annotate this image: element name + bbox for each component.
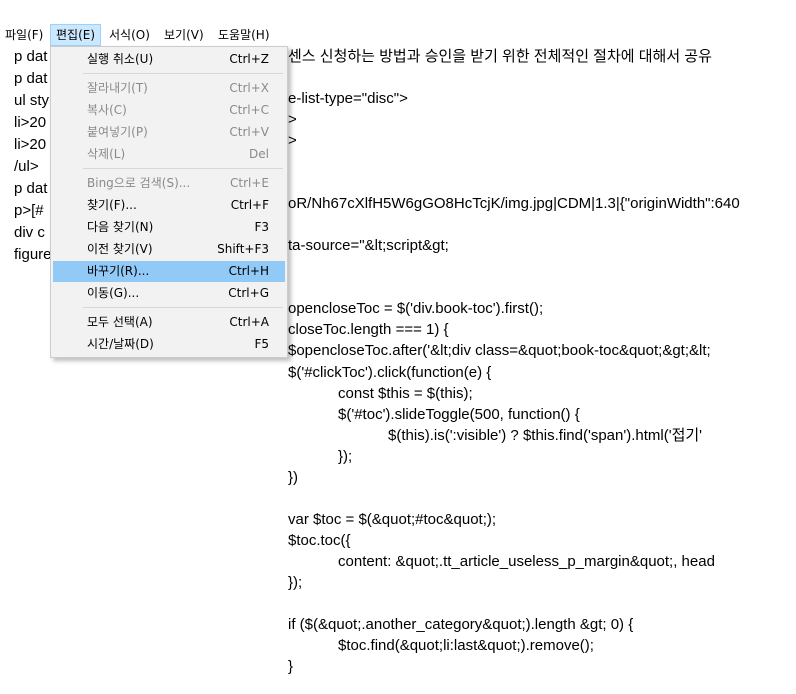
menu-item-shortcut: Ctrl+Z — [229, 52, 269, 66]
menu-item-label: 시간/날짜(D) — [87, 337, 154, 351]
menu-item-label: 삭제(L) — [87, 147, 126, 161]
menu-item-select-all[interactable]: 모두 선택(A) Ctrl+A — [53, 312, 285, 333]
editor-line: p>[# — [14, 202, 44, 219]
menu-item-time-date[interactable]: 시간/날짜(D) F5 — [53, 334, 285, 355]
editor-line: var $toc = $(&quot;#toc&quot;); — [288, 511, 497, 528]
editor-line: > — [288, 132, 297, 149]
editor-line: p dat — [14, 70, 48, 87]
title-bar-remnant — [0, 0, 796, 22]
editor-line: $toc.toc({ — [288, 532, 351, 549]
editor-line: ta-source="&lt;script&gt; — [288, 237, 449, 254]
menu-bar: 파일(F) 편집(E) 서식(O) 보기(V) 도움말(H) — [0, 24, 796, 46]
editor-line: ul sty — [14, 92, 50, 109]
menu-separator — [83, 168, 283, 169]
menu-item-label: 찾기(F)... — [87, 198, 137, 212]
editor-line: opencloseToc = $('div.book-toc').first()… — [288, 300, 544, 317]
menu-item-search-bing[interactable]: Bing으로 검색(S)... Ctrl+E — [53, 173, 285, 194]
menu-format[interactable]: 서식(O) — [104, 24, 155, 46]
editor-line: /ul> — [14, 158, 39, 175]
menu-file[interactable]: 파일(F) — [0, 24, 48, 46]
menu-separator — [83, 73, 283, 74]
menu-item-shortcut: Ctrl+V — [229, 125, 269, 139]
editor-line: content: &quot;.tt_article_useless_p_mar… — [288, 553, 715, 570]
editor-line: $opencloseToc.after('&lt;div class=&quot… — [288, 342, 711, 359]
menu-item-label: 복사(C) — [87, 103, 127, 117]
editor-line: const $this = $(this); — [288, 385, 473, 402]
menu-item-shortcut: Ctrl+A — [229, 315, 269, 329]
editor-line: }) — [288, 469, 299, 486]
menu-item-shortcut: Del — [249, 147, 269, 161]
menu-item-label: 다음 찾기(N) — [87, 220, 154, 234]
edit-menu-dropdown: 실행 취소(U) Ctrl+Z 잘라내기(T) Ctrl+X 복사(C) Ctr… — [50, 46, 288, 358]
menu-item-label: 잘라내기(T) — [87, 81, 148, 95]
editor-line: li>20 — [14, 114, 47, 131]
editor-line: > — [288, 111, 297, 128]
menu-item-replace[interactable]: 바꾸기(R)... Ctrl+H — [53, 261, 285, 282]
menu-item-cut[interactable]: 잘라내기(T) Ctrl+X — [53, 78, 285, 99]
menu-item-shortcut: Ctrl+E — [230, 176, 269, 190]
menu-item-undo[interactable]: 실행 취소(U) Ctrl+Z — [53, 49, 285, 70]
editor-line: $(this).is(':visible') ? $this.find('spa… — [288, 427, 703, 444]
menu-item-shortcut: F3 — [254, 220, 269, 234]
menu-separator — [83, 307, 283, 308]
menu-item-copy[interactable]: 복사(C) Ctrl+C — [53, 100, 285, 121]
menu-item-label: 붙여넣기(P) — [87, 125, 148, 139]
menu-item-shortcut: Ctrl+G — [228, 286, 269, 300]
menu-item-shortcut: Shift+F3 — [217, 242, 269, 256]
menu-item-shortcut: F5 — [254, 337, 269, 351]
editor-line: $('#toc').slideToggle(500, function() { — [288, 406, 580, 423]
editor-line: e-list-type="disc"> — [288, 90, 408, 107]
editor-line: oR/Nh67cXlfH5W6gGO8HcTcjK/img.jpg|CDM|1.… — [288, 195, 740, 212]
editor-line: div c — [14, 224, 45, 241]
editor-line: p dat — [14, 180, 48, 197]
menu-item-label: 실행 취소(U) — [87, 52, 154, 66]
menu-item-shortcut: Ctrl+C — [229, 103, 269, 117]
menu-item-shortcut: Ctrl+F — [230, 198, 269, 212]
menu-item-find-next[interactable]: 다음 찾기(N) F3 — [53, 217, 285, 238]
menu-item-shortcut: Ctrl+X — [229, 81, 269, 95]
editor-line: 센스 신청하는 방법과 승인을 받기 위한 전체적인 절차에 대해서 공유 — [288, 48, 712, 65]
menu-item-label: Bing으로 검색(S)... — [87, 176, 191, 190]
menu-item-delete[interactable]: 삭제(L) Del — [53, 144, 285, 165]
menu-item-shortcut: Ctrl+H — [228, 264, 269, 278]
editor-line: } — [288, 658, 294, 675]
menu-item-find[interactable]: 찾기(F)... Ctrl+F — [53, 195, 285, 216]
menu-item-label: 바꾸기(R)... — [87, 264, 150, 278]
editor-line: $toc.find(&quot;li:last&quot;).remove(); — [288, 637, 594, 654]
menu-view[interactable]: 보기(V) — [159, 24, 209, 46]
menu-item-paste[interactable]: 붙여넣기(P) Ctrl+V — [53, 122, 285, 143]
menu-edit[interactable]: 편집(E) — [50, 24, 102, 46]
editor-line: }); — [288, 448, 353, 465]
editor-line: }); — [288, 574, 303, 591]
menu-item-go-to[interactable]: 이동(G)... Ctrl+G — [53, 283, 285, 304]
menu-help[interactable]: 도움말(H) — [213, 24, 275, 46]
menu-item-find-previous[interactable]: 이전 찾기(V) Shift+F3 — [53, 239, 285, 260]
menu-item-label: 이전 찾기(V) — [87, 242, 153, 256]
editor-line: p dat — [14, 48, 48, 65]
editor-line: $('#clickToc').click(function(e) { — [288, 364, 492, 381]
editor-line: li>20 — [14, 136, 47, 153]
editor-line: closeToc.length === 1) { — [288, 321, 449, 338]
menu-item-label: 모두 선택(A) — [87, 315, 153, 329]
menu-item-label: 이동(G)... — [87, 286, 140, 300]
editor-line: if ($(&quot;.another_category&quot;).len… — [288, 616, 634, 633]
editor-line: figure — [14, 246, 52, 263]
